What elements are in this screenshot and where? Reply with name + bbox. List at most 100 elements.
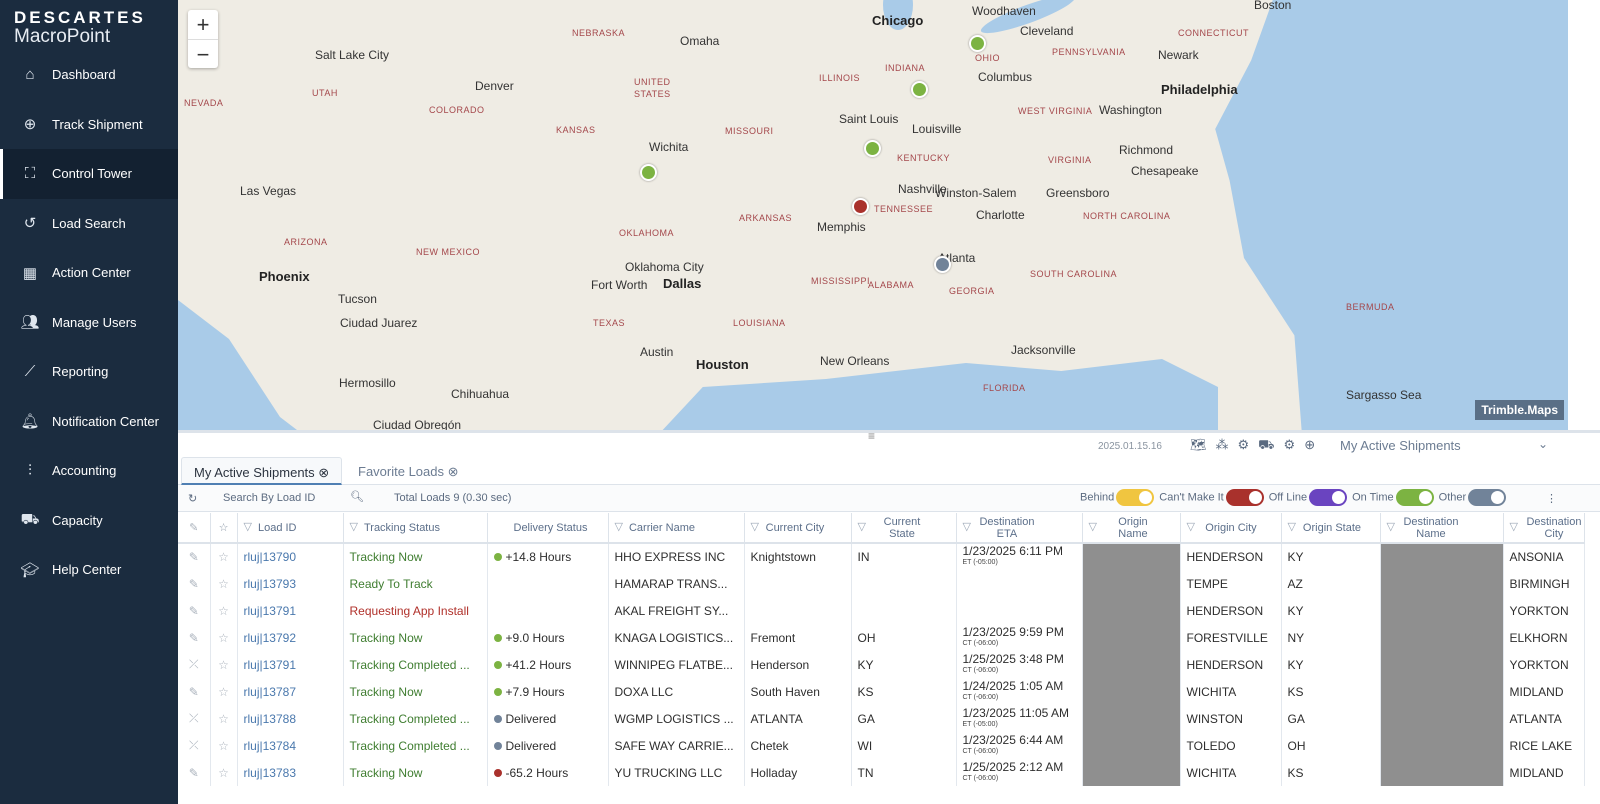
search-icon[interactable]: 🔍︎ — [350, 490, 364, 503]
filter-icon[interactable]: ▽ — [1387, 521, 1395, 533]
sidebar-item-control-tower[interactable]: ⛶ Control Tower — [0, 149, 178, 199]
sidebar-item-load-search[interactable]: ↺ Load Search — [0, 199, 178, 249]
sidebar-item-track-shipment[interactable]: ⊕ Track Shipment — [0, 100, 178, 150]
pencil-icon[interactable]: ✎ — [178, 678, 211, 705]
cluster-icon[interactable]: ⁂ — [1216, 437, 1229, 455]
pencil-icon[interactable]: ✎ — [178, 570, 211, 597]
truck-route-icon[interactable]: ⛟ — [1258, 437, 1274, 455]
star-icon[interactable]: ☆ — [210, 651, 238, 678]
table-row[interactable]: ✎ ☆ rluj|13790 Tracking Now +14.8 Hours … — [178, 543, 1585, 570]
star-icon[interactable]: ☆ — [210, 732, 238, 759]
pencil-off-icon[interactable]: ⤫ — [178, 732, 211, 759]
star-icon[interactable]: ☆ — [210, 678, 238, 705]
filter-icon[interactable]: ▽ — [1089, 521, 1097, 533]
settings-icon[interactable]: ⚙ — [1284, 437, 1296, 455]
toggle-off-line[interactable] — [1309, 489, 1348, 506]
toggle-behind[interactable] — [1116, 489, 1155, 506]
star-icon[interactable]: ☆ — [210, 597, 238, 624]
column-header[interactable]: ▽ Destination Name — [1380, 513, 1504, 544]
star-icon[interactable]: ☆ — [210, 543, 238, 570]
column-header[interactable]: ▽ Destination ETA — [956, 513, 1083, 544]
table-row[interactable]: ✎ ☆ rluj|13791 Requesting App Install AK… — [178, 597, 1585, 624]
filter-icon[interactable]: ▽ — [963, 521, 971, 533]
star-icon[interactable]: ☆ — [210, 624, 238, 651]
zoom-in-icon[interactable]: ⊕ — [1304, 437, 1315, 455]
shipment-pin[interactable] — [864, 140, 881, 157]
pencil-icon[interactable]: ✎ — [178, 624, 211, 651]
filter-icon[interactable]: ▽ — [244, 521, 252, 533]
more-options-icon[interactable]: ⋮ — [1546, 492, 1557, 505]
pencil-off-icon[interactable]: ⤫ — [178, 705, 211, 732]
shipment-pin[interactable] — [934, 256, 951, 273]
shipment-pin[interactable] — [640, 164, 657, 181]
column-header[interactable]: ▽ Carrier Name — [608, 513, 745, 544]
load-id-link[interactable]: rluj|13791 — [237, 651, 344, 678]
table-row[interactable]: ⤫ ☆ rluj|13788 Tracking Completed ... De… — [178, 705, 1585, 732]
sidebar-item-accounting[interactable]: ⫶ Accounting — [0, 446, 178, 496]
filter-icon[interactable]: ▽ — [1288, 521, 1296, 533]
sidebar-item-dashboard[interactable]: ⌂ Dashboard — [0, 50, 178, 100]
column-header[interactable]: ▽ Load ID — [237, 513, 344, 544]
tab-favorite-loads[interactable]: Favorite Loads ⊗ — [346, 457, 471, 485]
pencil-icon[interactable]: ✎ — [178, 759, 211, 786]
load-id-link[interactable]: rluj|13784 — [237, 732, 344, 759]
pencil-off-icon[interactable]: ⤫ — [178, 651, 211, 678]
shipment-pin[interactable] — [852, 198, 869, 215]
shipment-pin[interactable] — [911, 81, 928, 98]
view-select[interactable]: My Active Shipments — [1340, 438, 1461, 453]
refresh-icon[interactable]: ↻ — [188, 492, 197, 505]
load-id-link[interactable]: rluj|13792 — [237, 624, 344, 651]
sidebar-item-reporting[interactable]: ⟋ Reporting — [0, 347, 178, 397]
column-header[interactable]: ▽ Origin Name — [1082, 513, 1181, 544]
close-tab-icon[interactable]: ⊗ — [448, 464, 459, 479]
sidebar-item-notification-center[interactable]: 🔔︎ Notification Center — [0, 397, 178, 447]
toggle-can-t-make-it[interactable] — [1225, 489, 1264, 506]
toggle-other[interactable] — [1468, 489, 1507, 506]
zoom-out-button[interactable]: − — [188, 39, 218, 68]
pencil-icon[interactable]: ✎ — [178, 597, 211, 624]
sidebar-item-capacity[interactable]: ⛟ Capacity — [0, 496, 178, 546]
column-header[interactable]: ▽ Destination City — [1503, 513, 1585, 544]
filter-icon[interactable]: ▽ — [350, 521, 358, 533]
star-icon[interactable]: ☆ — [210, 705, 238, 732]
sidebar-item-help-center[interactable]: 🎓︎ Help Center — [0, 545, 178, 595]
gear-cog-icon[interactable]: ⚙ — [1238, 437, 1250, 455]
table-row[interactable]: ⤫ ☆ rluj|13791 Tracking Completed ... +4… — [178, 651, 1585, 678]
star-icon[interactable]: ☆ — [210, 759, 238, 786]
table-row[interactable]: ✎ ☆ rluj|13792 Tracking Now +9.0 Hours K… — [178, 624, 1585, 651]
column-header[interactable]: Delivery Status — [487, 513, 609, 544]
filter-icon[interactable]: ▽ — [1510, 521, 1518, 533]
load-id-link[interactable]: rluj|13790 — [237, 543, 344, 570]
map-attribution[interactable]: Trimble.Maps — [1475, 400, 1564, 420]
load-id-link[interactable]: rluj|13793 — [237, 570, 344, 597]
chevron-down-icon[interactable]: ⌄ — [1538, 437, 1548, 451]
load-id-link[interactable]: rluj|13787 — [237, 678, 344, 705]
star-icon[interactable]: ☆ — [210, 570, 238, 597]
load-id-link[interactable]: rluj|13788 — [237, 705, 344, 732]
close-tab-icon[interactable]: ⊗ — [318, 465, 329, 480]
filter-icon[interactable]: ▽ — [858, 521, 866, 533]
table-row[interactable]: ✎ ☆ rluj|13787 Tracking Now +7.9 Hours D… — [178, 678, 1585, 705]
logo[interactable]: DESCARTES MacroPoint — [0, 0, 178, 50]
column-header[interactable]: ▽ Current State — [851, 513, 957, 544]
map[interactable]: Chicago Woodhaven Cleveland Boston Columbus P… — [178, 0, 1568, 430]
filter-icon[interactable]: ▽ — [751, 521, 759, 533]
search-input[interactable]: Search By Load ID — [223, 492, 315, 504]
pencil-icon[interactable]: ✎ — [178, 543, 211, 570]
column-header[interactable]: ▽ Origin State — [1281, 513, 1381, 544]
tab-my-active-shipments[interactable]: My Active Shipments ⊗ — [181, 457, 343, 485]
table-row[interactable]: ✎ ☆ rluj|13793 Ready To Track HAMARAP TR… — [178, 570, 1585, 597]
map-icon[interactable]: 🗺 — [1190, 437, 1207, 455]
resize-handle[interactable]: ≡ — [868, 429, 875, 443]
column-header[interactable]: ▽ Origin City — [1180, 513, 1282, 544]
column-header[interactable]: ▽ Current City — [744, 513, 852, 544]
column-header[interactable]: ▽ Tracking Status — [343, 513, 488, 544]
table-row[interactable]: ⤫ ☆ rluj|13784 Tracking Completed ... De… — [178, 732, 1585, 759]
sidebar-item-action-center[interactable]: ▦ Action Center — [0, 248, 178, 298]
toggle-on-time[interactable] — [1395, 489, 1434, 506]
zoom-in-button[interactable]: + — [188, 10, 218, 39]
sidebar-item-manage-users[interactable]: 👥︎ Manage Users — [0, 298, 178, 348]
filter-icon[interactable]: ▽ — [1187, 521, 1195, 533]
load-id-link[interactable]: rluj|13783 — [237, 759, 344, 786]
table-row[interactable]: ✎ ☆ rluj|13783 Tracking Now -65.2 Hours … — [178, 759, 1585, 786]
